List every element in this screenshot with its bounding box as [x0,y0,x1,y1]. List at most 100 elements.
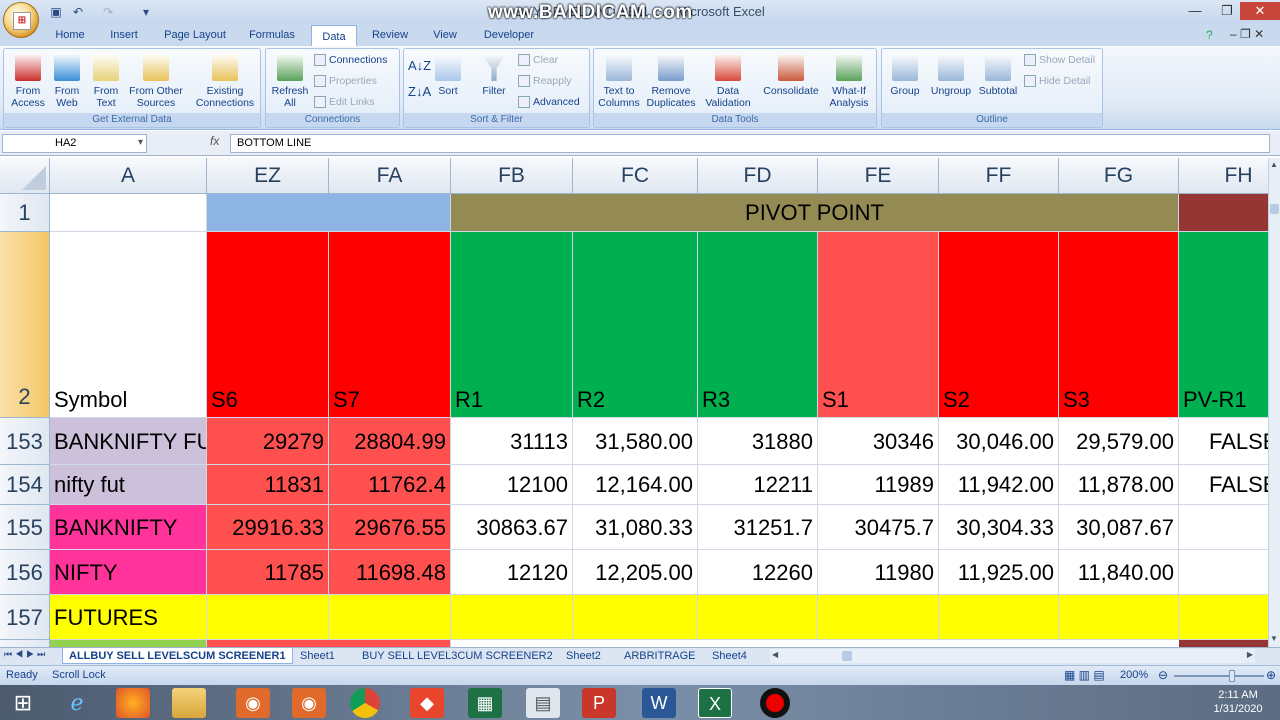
cell-ez1[interactable] [207,194,451,232]
scroll-down-icon[interactable]: ▼ [1270,634,1278,643]
table-cell[interactable]: 12260 [698,550,818,595]
table-cell[interactable]: 11,925.00 [939,550,1059,595]
internet-explorer-icon[interactable]: ℯ [60,688,94,718]
cell-fa2[interactable]: S7 [329,232,451,418]
row-header-158[interactable] [0,640,50,647]
firefox-icon[interactable] [116,688,150,718]
qat-dropdown-icon[interactable]: ▾ [138,4,154,20]
column-header-fg[interactable]: FG [1059,158,1179,194]
tab-page-layout[interactable]: Page Layout [158,24,232,46]
vertical-scroll-thumb[interactable] [1270,204,1279,214]
zoom-level[interactable]: 200% [1120,669,1148,681]
sheet-tab-sheet2[interactable]: Sheet2 [560,648,607,664]
windows-start-icon[interactable]: ⊞ [6,688,40,718]
fx-icon[interactable]: fx [210,134,219,148]
from-text-button[interactable]: From Text [88,53,124,109]
tab-view[interactable]: View [424,24,466,46]
view-buttons-icon[interactable]: ▦ ▥ ▤ [1064,668,1105,682]
formula-input[interactable]: BOTTOM LINE [230,134,1270,153]
existing-connections-button[interactable]: Existing Connections [192,53,258,109]
table-cell[interactable]: 29279 [207,418,329,465]
advanced-button[interactable]: Advanced [518,93,580,111]
undo-icon[interactable]: ↶ [70,4,86,20]
tab-home[interactable]: Home [48,24,92,46]
what-if-button[interactable]: What-If Analysis [824,53,874,109]
word-icon[interactable]: W [642,688,676,718]
reapply-button[interactable]: Reapply [518,72,572,90]
edit-links-button[interactable]: Edit Links [314,93,375,111]
anydesk-icon[interactable]: ◆ [410,688,444,718]
table-cell[interactable]: 11,942.00 [939,465,1059,505]
table-cell[interactable]: 29916.33 [207,505,329,550]
table-cell[interactable] [1179,595,1268,640]
cell-fe2[interactable]: S1 [818,232,939,418]
table-cell[interactable]: 11,878.00 [1059,465,1179,505]
redo-icon[interactable]: ↷ [100,4,116,20]
properties-button[interactable]: Properties [314,72,377,90]
column-header-ff[interactable]: FF [939,158,1059,194]
worksheet-grid[interactable]: A EZ FA FB FC FD FE FF FG FH 1 PIVOT POI… [0,158,1268,647]
column-header-fc[interactable]: FC [573,158,698,194]
cell-fg2[interactable]: S3 [1059,232,1179,418]
save-icon[interactable]: ▣ [48,4,64,20]
close-icon[interactable]: ✕ [1240,2,1280,20]
table-cell[interactable] [698,595,818,640]
table-cell[interactable]: 12100 [451,465,573,505]
table-cell[interactable]: 31880 [698,418,818,465]
cell-fb2[interactable]: R1 [451,232,573,418]
table-cell[interactable]: 11785 [207,550,329,595]
table-cell[interactable]: 30863.67 [451,505,573,550]
name-box[interactable]: HA2 [2,134,147,153]
table-cell[interactable]: 30346 [818,418,939,465]
column-header-a[interactable]: A [50,158,207,194]
horizontal-scroll-thumb[interactable] [842,651,852,661]
app-orange-icon[interactable]: ◉ [236,688,270,718]
group-button[interactable]: Group [884,53,926,97]
table-cell[interactable]: 11831 [207,465,329,505]
column-header-fh[interactable]: FH [1179,158,1268,194]
consolidate-button[interactable]: Consolidate [760,53,822,97]
table-cell[interactable]: BANKNIFTY FU [50,418,207,465]
cell-fh2[interactable]: PV-R1 [1179,232,1268,418]
row-header-1[interactable]: 1 [0,194,50,232]
table-cell[interactable] [451,595,573,640]
from-other-sources-button[interactable]: From Other Sources [126,53,186,109]
table-cell[interactable] [329,595,451,640]
show-detail-button[interactable]: Show Detail [1024,51,1095,69]
powerpoint-icon[interactable]: P [582,688,616,718]
sort-za-icon[interactable]: Z↓A [408,83,431,101]
column-header-fb[interactable]: FB [451,158,573,194]
tab-developer[interactable]: Developer [478,24,540,46]
cell-a1[interactable] [50,194,207,232]
table-cell[interactable] [573,595,698,640]
table-cell[interactable]: 11989 [818,465,939,505]
table-cell[interactable]: 12,164.00 [573,465,698,505]
cell-a2[interactable]: Symbol [50,232,207,418]
ribbon-min-icon[interactable]: – ❐ ✕ [1230,27,1264,41]
table-cell[interactable]: FALSE [1179,418,1268,465]
sheet-tab-sheet4[interactable]: Sheet4 [706,648,753,664]
select-all-corner[interactable] [0,158,50,194]
table-cell[interactable]: BANKNIFTY [50,505,207,550]
clear-button[interactable]: Clear [518,51,558,69]
refresh-all-button[interactable]: Refresh All [268,53,312,109]
table-cell[interactable]: 31251.7 [698,505,818,550]
namebox-dropdown-icon[interactable]: ▾ [138,137,143,148]
table-cell[interactable]: 31,080.33 [573,505,698,550]
text-to-columns-button[interactable]: Text to Columns [596,53,642,109]
table-cell[interactable]: 11,840.00 [1059,550,1179,595]
tab-review[interactable]: Review [364,24,416,46]
connections-button[interactable]: Connections [314,51,387,69]
filter-button[interactable]: Filter [478,53,510,97]
sheet-tab-arbritrage[interactable]: ARBRITRAGE [618,648,702,664]
table-cell[interactable]: 11762.4 [329,465,451,505]
zoom-in-icon[interactable]: ⊕ [1266,668,1276,682]
sheet-tab-allbuy[interactable]: ALLBUY SELL LEVELSCUM SCREENER1 [62,648,293,664]
sheet-tab-sheet1[interactable]: Sheet1 [294,648,341,664]
file-explorer-icon[interactable] [172,688,206,718]
table-cell[interactable]: FALSE [1179,465,1268,505]
help-icon[interactable]: ? [1206,28,1213,42]
sheet-nav-icons[interactable]: ⏮◀▶⏭ [4,649,48,660]
scroll-right-icon[interactable]: ▶ [1247,650,1253,659]
chrome-icon[interactable] [350,688,380,718]
